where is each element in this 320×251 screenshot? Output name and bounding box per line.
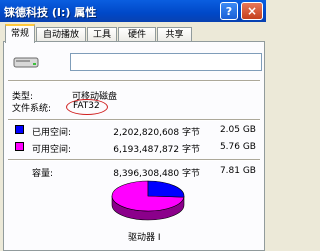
- filesystem-label: 文件系统:: [12, 104, 52, 114]
- drive-label: 驱动器 I: [128, 233, 161, 243]
- pie-slice-used: [147, 180, 185, 198]
- capacity-size: 7.81 GB: [219, 166, 256, 176]
- used-space-size: 2.05 GB: [219, 125, 256, 135]
- disk-usage-pie-chart: [111, 180, 185, 221]
- free-space-bytes: 6,193,487,872 字节: [113, 145, 200, 155]
- help-button[interactable]: ?: [220, 2, 238, 20]
- close-button[interactable]: ×: [241, 2, 263, 20]
- separator-middle: [8, 119, 260, 121]
- tab-general[interactable]: 常规: [5, 24, 35, 43]
- filesystem-value: FAT32: [73, 101, 100, 111]
- removable-drive-icon: [13, 57, 39, 68]
- tab-autoplay[interactable]: 自动播放: [36, 27, 86, 42]
- title-bar: 铼德科技 (I:) 属性 ? ×: [0, 0, 266, 22]
- tab-hardware[interactable]: 硬件: [118, 27, 156, 42]
- free-space-swatch: [15, 142, 24, 151]
- drive-name-input[interactable]: [70, 53, 262, 71]
- used-space-bytes: 2,202,820,608 字节: [113, 128, 200, 138]
- tab-tools[interactable]: 工具: [87, 27, 117, 42]
- tab-sharing[interactable]: 共享: [157, 27, 192, 42]
- window-title: 铼德科技 (I:) 属性: [4, 6, 97, 19]
- free-space-label: 可用空间:: [32, 145, 72, 155]
- capacity-label: 容量:: [32, 169, 54, 179]
- separator-top: [8, 80, 260, 82]
- used-space-swatch: [15, 125, 24, 134]
- separator-bottom: [8, 159, 260, 161]
- used-space-label: 已用空间:: [32, 128, 72, 138]
- free-space-size: 5.76 GB: [219, 142, 256, 152]
